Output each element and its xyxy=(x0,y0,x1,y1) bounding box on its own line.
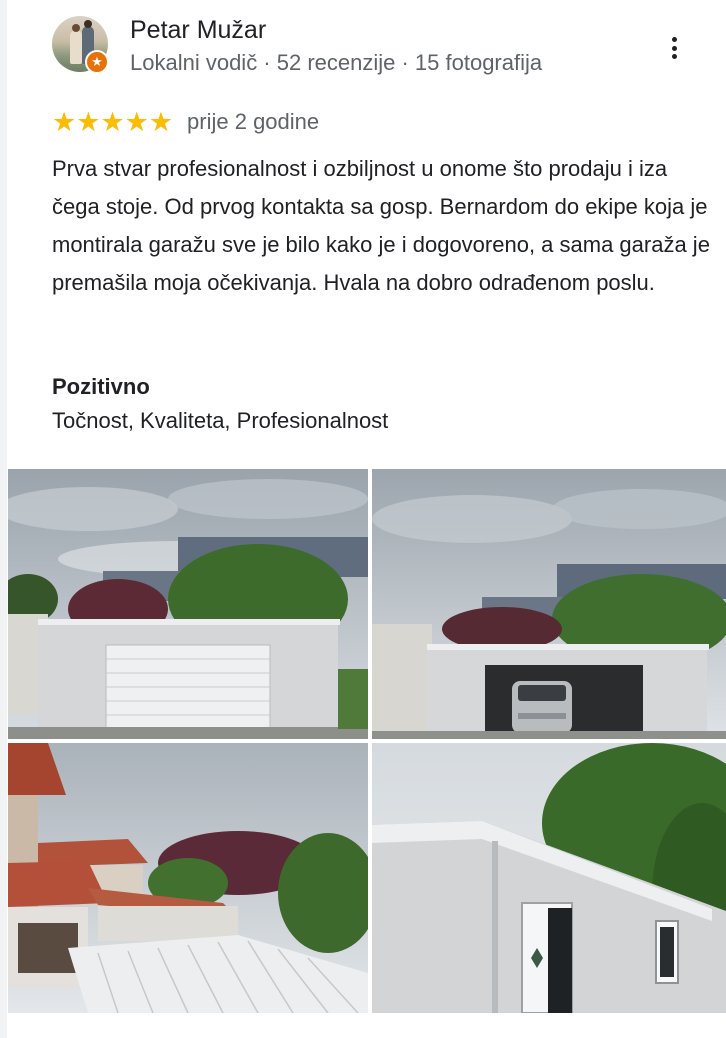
more-options-icon[interactable] xyxy=(662,34,686,62)
highlights-values: Točnost, Kvaliteta, Profesionalnost xyxy=(52,408,389,433)
local-guide-star-icon: ★ xyxy=(85,50,109,74)
review-date: prije 2 godine xyxy=(187,109,320,134)
reviewer-name[interactable]: Petar Mužar xyxy=(130,16,266,45)
review-header: ★ Petar Mužar Lokalni vodič · 52 recenzi… xyxy=(52,16,712,76)
highlights-title: Pozitivno xyxy=(52,374,150,399)
review-photo-4[interactable] xyxy=(372,743,726,1013)
review-photo-3[interactable] xyxy=(8,743,368,1013)
rating-row: ★★★★★ prije 2 godine xyxy=(52,106,319,138)
reviewer-meta: Lokalni vodič · 52 recenzije · 15 fotogr… xyxy=(130,50,543,75)
review-photo-2[interactable] xyxy=(372,469,726,739)
review-text: Prva stvar profesionalnost i ozbiljnost … xyxy=(52,156,710,295)
review-photo-1[interactable] xyxy=(8,469,368,739)
left-border xyxy=(0,0,7,1038)
star-rating-icon: ★★★★★ xyxy=(52,106,174,137)
